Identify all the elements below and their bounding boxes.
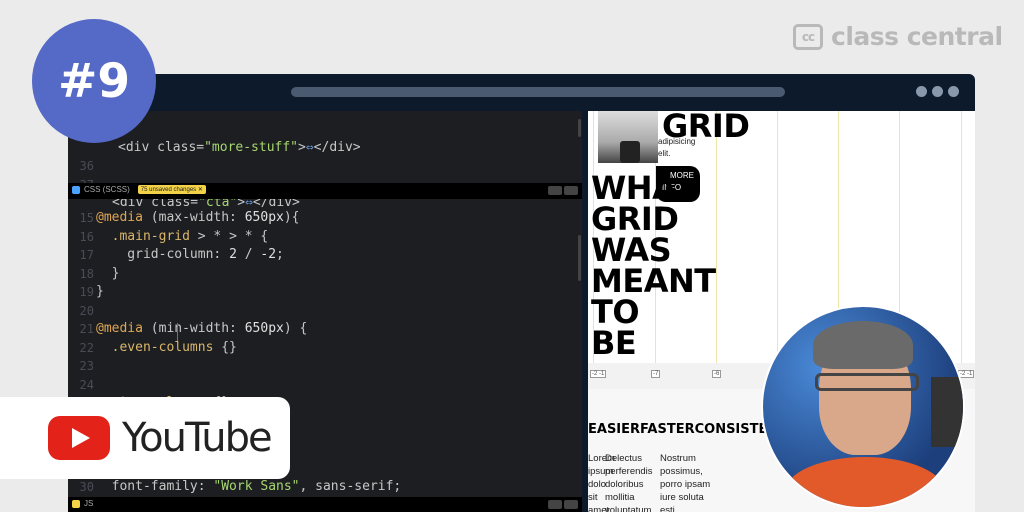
window-menu-dots[interactable] bbox=[916, 86, 959, 97]
css-tab-label: CSS (SCSS) bbox=[84, 185, 130, 194]
chevron-down-icon[interactable] bbox=[564, 500, 578, 509]
episode-badge: #9 bbox=[32, 19, 156, 143]
tab-js[interactable]: JS bbox=[72, 499, 93, 508]
plant-photo bbox=[598, 111, 658, 163]
js-pane-header[interactable]: JS bbox=[68, 497, 582, 512]
css-pane-header: CSS (SCSS) 75 unsaved changes ✕ bbox=[68, 183, 582, 199]
tab-css[interactable]: CSS (SCSS) 75 unsaved changes ✕ bbox=[72, 185, 206, 194]
cc-icon: cc bbox=[793, 23, 823, 50]
code-line: 37▸ <div class="cta">⇔</div> bbox=[80, 178, 300, 210]
html-scrollbar[interactable] bbox=[578, 119, 581, 137]
youtube-wordmark: YouTube bbox=[122, 415, 273, 461]
feature-col-3: Nostrum possimus, porro ipsam iure solut… bbox=[660, 453, 711, 512]
js-icon bbox=[72, 499, 80, 508]
brand-name: class central bbox=[831, 22, 1003, 51]
presenter-avatar bbox=[761, 305, 965, 509]
js-tab-label: JS bbox=[84, 499, 94, 508]
unsaved-badge[interactable]: 75 unsaved changes ✕ bbox=[137, 185, 206, 194]
css-scrollbar[interactable] bbox=[578, 235, 581, 281]
feature-col-2: Delectus perferendis doloribus mollitia … bbox=[605, 453, 653, 512]
hero-line: BE bbox=[591, 324, 637, 362]
small-lorem-2: elit. bbox=[658, 149, 671, 158]
youtube-logo: YouTube bbox=[0, 397, 290, 479]
grid-line-marker: -6 bbox=[712, 370, 722, 378]
grid-line-marker: -7 bbox=[651, 370, 661, 378]
small-lorem-1: adipisicing bbox=[658, 137, 696, 146]
class-central-logo: cc class central bbox=[793, 22, 1003, 51]
youtube-play-icon bbox=[48, 416, 110, 460]
chevron-down-icon[interactable] bbox=[564, 186, 578, 195]
settings-gear-icon[interactable] bbox=[548, 500, 562, 509]
window-topbar bbox=[68, 74, 975, 111]
grid-line-marker: -2 -1 bbox=[590, 370, 607, 378]
feature-headings: EASIERFASTERCONSISTENT bbox=[588, 422, 788, 437]
settings-gear-icon[interactable] bbox=[548, 186, 562, 195]
html-pane[interactable]: <div class="more-stuff">⇔</div> 36 37▸ <… bbox=[68, 111, 582, 210]
text-cursor bbox=[177, 323, 178, 341]
css-icon bbox=[72, 185, 80, 194]
address-bar[interactable] bbox=[291, 87, 785, 97]
